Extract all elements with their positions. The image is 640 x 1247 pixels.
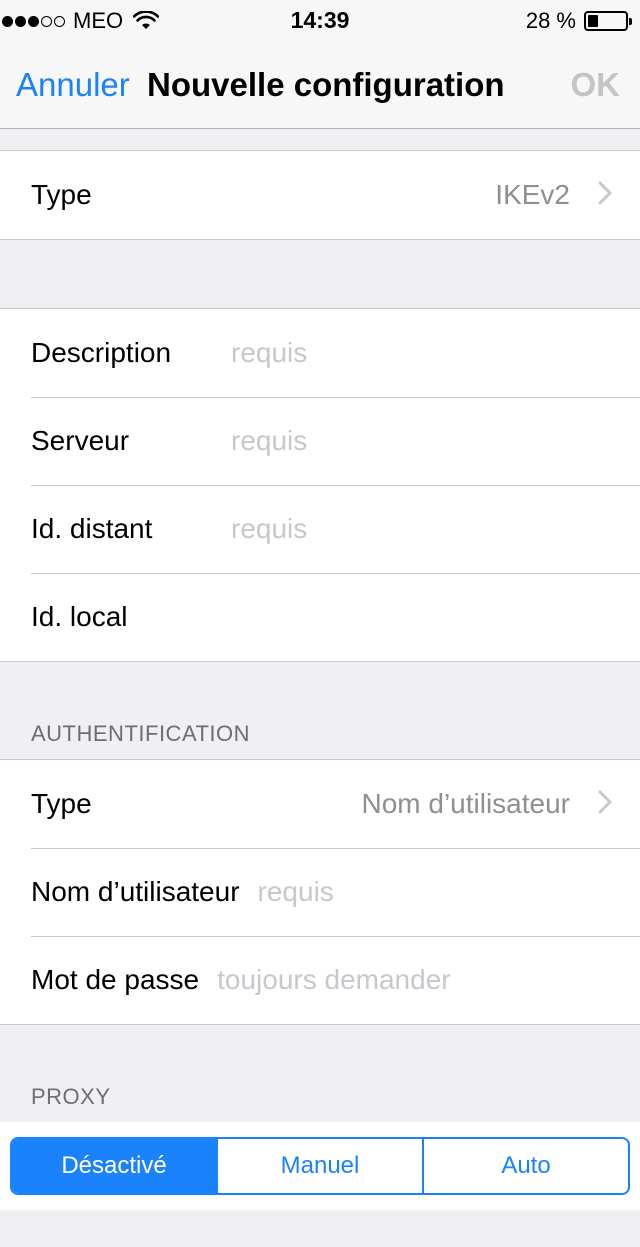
local-id-label: Id. local: [31, 601, 128, 632]
battery-icon: [584, 11, 632, 31]
page-title: Nouvelle configuration: [147, 66, 505, 103]
vpn-type-row[interactable]: Type IKEv2: [0, 151, 640, 239]
auth-type-row[interactable]: Type Nom d’utilisateur: [0, 760, 640, 848]
battery-nub: [629, 18, 632, 25]
proxy-option-auto[interactable]: Auto: [422, 1139, 628, 1193]
server-row: Serveur requis: [0, 397, 640, 485]
auth-type-label: Type: [31, 788, 92, 819]
proxy-option-off[interactable]: Désactivé: [12, 1139, 216, 1193]
navigation-bar: Annuler Nouvelle configuration OK: [0, 40, 640, 129]
authentication-group: Type Nom d’utilisateur Nom d’utilisateur…: [0, 759, 640, 1025]
username-label: Nom d’utilisateur: [31, 876, 240, 907]
vpn-type-value: IKEv2: [495, 179, 570, 210]
chevron-right-icon: [598, 790, 612, 814]
username-row: Nom d’utilisateur requis: [0, 848, 640, 936]
password-input[interactable]: toujours demander: [217, 964, 450, 996]
local-id-row: Id. local: [0, 573, 640, 661]
password-label: Mot de passe: [31, 964, 200, 995]
server-label: Serveur: [31, 425, 130, 456]
vpn-type-group: Type IKEv2: [0, 150, 640, 240]
description-input[interactable]: requis: [231, 337, 307, 369]
description-label: Description: [31, 337, 172, 368]
chevron-right-icon: [598, 181, 612, 205]
proxy-option-manual[interactable]: Manuel: [216, 1139, 422, 1193]
server-input[interactable]: requis: [231, 425, 307, 457]
battery-percent: 28 %: [525, 8, 576, 33]
ok-button[interactable]: OK: [571, 66, 621, 104]
remote-id-label: Id. distant: [31, 513, 153, 544]
proxy-section-header: PROXY: [31, 1084, 111, 1109]
description-row: Description requis: [0, 309, 640, 397]
remote-id-row: Id. distant requis: [0, 485, 640, 573]
remote-id-input[interactable]: requis: [231, 513, 307, 545]
status-bar-right: 28 %: [525, 8, 632, 34]
vpn-type-label: Type: [31, 179, 92, 210]
battery-fill: [588, 15, 599, 27]
server-settings-group: Description requis Serveur requis Id. di…: [0, 308, 640, 662]
auth-type-value: Nom d’utilisateur: [361, 788, 570, 819]
password-row: Mot de passe toujours demander: [0, 936, 640, 1024]
authentication-section-header: AUTHENTIFICATION: [31, 721, 251, 746]
proxy-control-container: Désactivé Manuel Auto: [0, 1122, 640, 1210]
cancel-button[interactable]: Annuler: [16, 66, 130, 104]
username-input[interactable]: requis: [258, 876, 334, 908]
status-bar: MEO 14:39 28 %: [0, 0, 640, 40]
proxy-segmented-control: Désactivé Manuel Auto: [10, 1137, 630, 1195]
